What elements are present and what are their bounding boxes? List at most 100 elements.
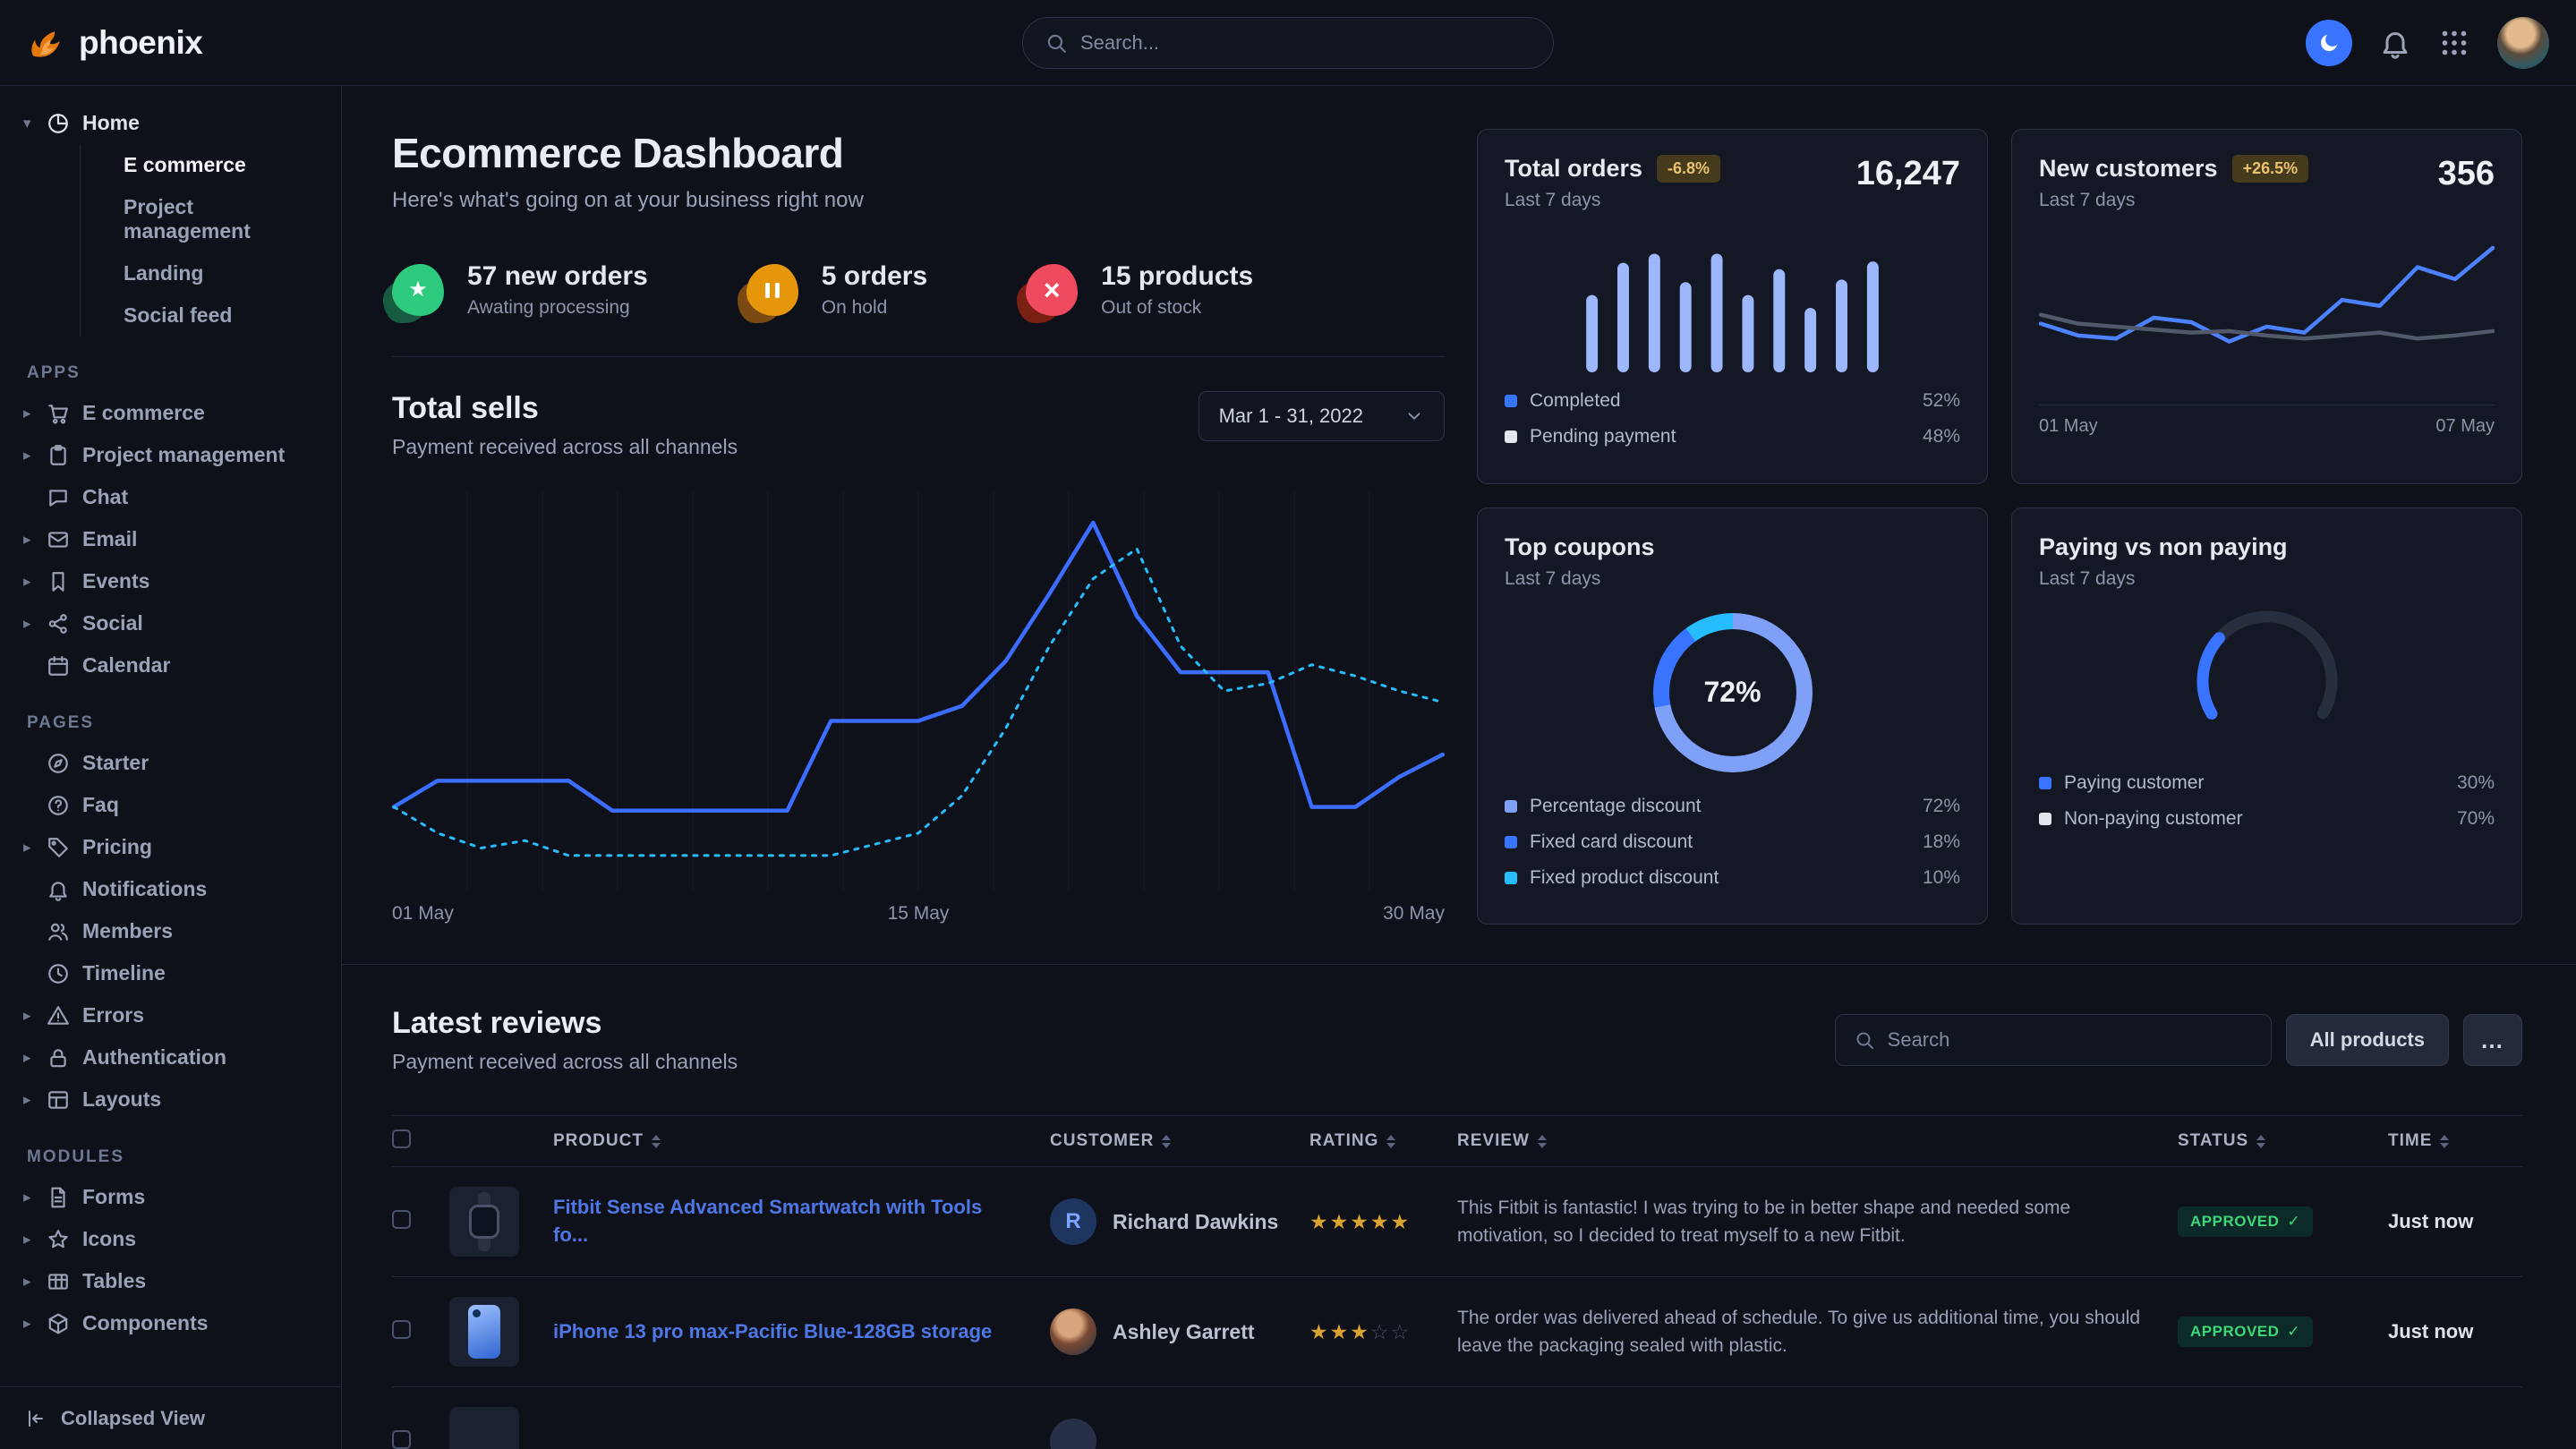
sidebar-item-label: Home xyxy=(82,111,140,135)
rating-stars: ★★★★★ xyxy=(1309,1210,1457,1234)
sidebar-item-forms[interactable]: ▸Forms xyxy=(23,1176,321,1218)
sidebar-item-label: Icons xyxy=(82,1227,136,1251)
donut-center-value: 72% xyxy=(1703,676,1761,709)
sidebar-item-layouts[interactable]: ▸Layouts xyxy=(23,1078,321,1121)
caret-right-icon: ▸ xyxy=(23,839,47,857)
sidebar-item-authentication[interactable]: ▸Authentication xyxy=(23,1036,321,1078)
column-header-status[interactable]: STATUS xyxy=(2178,1131,2388,1151)
sidebar-item-label: Pricing xyxy=(82,835,152,859)
sort-icon xyxy=(2256,1135,2265,1148)
review-time: Just now xyxy=(2388,1320,2473,1342)
column-header-time[interactable]: TIME xyxy=(2388,1131,2522,1151)
sidebar-item-project-management[interactable]: ▸Project management xyxy=(23,434,321,476)
date-range-select[interactable]: Mar 1 - 31, 2022 xyxy=(1198,391,1445,441)
card-period: Last 7 days xyxy=(2039,190,2308,211)
donut-hole: 72% xyxy=(1669,629,1796,756)
sidebar-item-label: Starter xyxy=(82,751,149,775)
card-title: Top coupons xyxy=(1505,533,1654,561)
sidebar-item-tables[interactable]: ▸Tables xyxy=(23,1260,321,1302)
sidebar-item-components[interactable]: ▸Components xyxy=(23,1302,321,1344)
sidebar-item-label: Authentication xyxy=(82,1045,226,1070)
product-thumbnail xyxy=(449,1407,519,1449)
sidebar-item-label: Project management xyxy=(82,443,285,467)
sidebar-item-label: Faq xyxy=(82,793,119,817)
stat-caption: Awating processing xyxy=(467,297,648,319)
sidebar-item-timeline[interactable]: Timeline xyxy=(23,952,321,994)
sidebar-item-starter[interactable]: Starter xyxy=(23,742,321,784)
sidebar-item-events[interactable]: ▸Events xyxy=(23,560,321,602)
total-sells-title: Total sells xyxy=(392,391,738,426)
product-link[interactable]: iPhone 13 pro max-Pacific Blue-128GB sto… xyxy=(553,1318,1050,1346)
chevron-down-icon xyxy=(1404,406,1424,426)
sidebar-item-social[interactable]: ▸Social xyxy=(23,602,321,644)
reviews-search[interactable] xyxy=(1835,1014,2272,1066)
total-orders-card: Total orders -6.8% Last 7 days 16,247 Co… xyxy=(1477,129,1988,484)
row-checkbox[interactable] xyxy=(392,1430,411,1449)
search-icon xyxy=(1045,31,1068,55)
user-avatar[interactable] xyxy=(2497,17,2549,69)
timeline-icon xyxy=(47,962,70,985)
legend-value: 70% xyxy=(2457,808,2495,830)
row-checkbox[interactable] xyxy=(392,1210,411,1229)
review-text: The order was delivered ahead of schedul… xyxy=(1457,1304,2178,1360)
review-row: Fitbit Sense Advanced Smartwatch with To… xyxy=(392,1167,2522,1277)
review-time: Just now xyxy=(2388,1210,2473,1232)
all-products-button[interactable]: All products xyxy=(2286,1014,2449,1066)
product-link[interactable]: Fitbit Sense Advanced Smartwatch with To… xyxy=(553,1194,1050,1249)
top-coupons-card: Top coupons Last 7 days 72% Percentage d… xyxy=(1477,507,1988,925)
apps-grid-icon[interactable] xyxy=(2438,27,2470,59)
sidebar: ▾HomeE commerceProject managementLanding… xyxy=(0,86,342,1449)
sidebar-item-e-commerce[interactable]: E commerce xyxy=(81,144,321,186)
column-header-customer[interactable]: CUSTOMER xyxy=(1050,1131,1309,1151)
sidebar-item-members[interactable]: Members xyxy=(23,910,321,952)
stat-caption: Out of stock xyxy=(1101,297,1253,319)
product-thumbnail-watch xyxy=(449,1187,519,1257)
moon-icon xyxy=(2317,31,2341,55)
search-input[interactable] xyxy=(1080,31,1531,55)
sidebar-item-e-commerce[interactable]: ▸E commerce xyxy=(23,392,321,434)
date-range-value: Mar 1 - 31, 2022 xyxy=(1219,405,1363,428)
email-icon xyxy=(47,528,70,551)
phoenix-logo-icon xyxy=(27,23,66,63)
legend-label: Non-paying customer xyxy=(2064,808,2457,830)
column-header-product[interactable]: PRODUCT xyxy=(553,1131,1050,1151)
sidebar-item-calendar[interactable]: Calendar xyxy=(23,644,321,686)
sidebar-item-home[interactable]: ▾Home xyxy=(23,102,321,144)
column-header-rating[interactable]: RATING xyxy=(1309,1131,1457,1151)
legend-value: 30% xyxy=(2457,772,2495,794)
global-search[interactable] xyxy=(1022,17,1554,69)
faq-icon xyxy=(47,794,70,817)
sidebar-item-notifications[interactable]: Notifications xyxy=(23,868,321,910)
brand-logo[interactable]: phoenix xyxy=(27,23,202,63)
legend-item: Pending payment48% xyxy=(1505,419,1960,455)
reviews-search-input[interactable] xyxy=(1888,1028,2253,1052)
theme-toggle-button[interactable] xyxy=(2306,20,2352,66)
new-customers-value: 356 xyxy=(2438,155,2495,193)
collapsed-view-toggle[interactable]: Collapsed View xyxy=(0,1386,341,1449)
sidebar-item-social-feed[interactable]: Social feed xyxy=(81,294,321,337)
total-sells-header: Total sells Payment received across all … xyxy=(392,391,1445,459)
legend-value: 10% xyxy=(1923,867,1960,889)
legend-item: Fixed card discount18% xyxy=(1505,824,1960,860)
sidebar-item-pricing[interactable]: ▸ Pricing xyxy=(23,826,321,868)
rating-stars: ★★★☆☆ xyxy=(1309,1320,1457,1344)
select-all-checkbox[interactable] xyxy=(392,1129,411,1148)
review-row: iPhone 13 pro max-Pacific Blue-128GB sto… xyxy=(392,1277,2522,1387)
sidebar-item-project-management[interactable]: Project management xyxy=(81,186,321,252)
sidebar-item-faq[interactable]: Faq xyxy=(23,784,321,826)
sidebar-item-icons[interactable]: ▸Icons xyxy=(23,1218,321,1260)
paying-legend: Paying customer30%Non-paying customer70% xyxy=(2039,765,2495,837)
notifications-bell-icon[interactable] xyxy=(2379,27,2411,59)
more-options-button[interactable]: … xyxy=(2463,1014,2522,1066)
components-icon xyxy=(47,1312,70,1335)
sidebar-item-chat[interactable]: Chat xyxy=(23,476,321,518)
column-header-review[interactable]: REVIEW xyxy=(1457,1131,2178,1151)
sidebar-item-email[interactable]: ▸Email xyxy=(23,518,321,560)
star-blob-icon: ★ xyxy=(392,264,444,316)
sidebar-item-landing[interactable]: Landing xyxy=(81,252,321,294)
sidebar-item-label: Social xyxy=(82,611,143,635)
row-checkbox[interactable] xyxy=(392,1320,411,1339)
new-customers-line-chart xyxy=(2039,233,2495,403)
calendar-icon xyxy=(47,654,70,678)
sidebar-item-errors[interactable]: ▸Errors xyxy=(23,994,321,1036)
